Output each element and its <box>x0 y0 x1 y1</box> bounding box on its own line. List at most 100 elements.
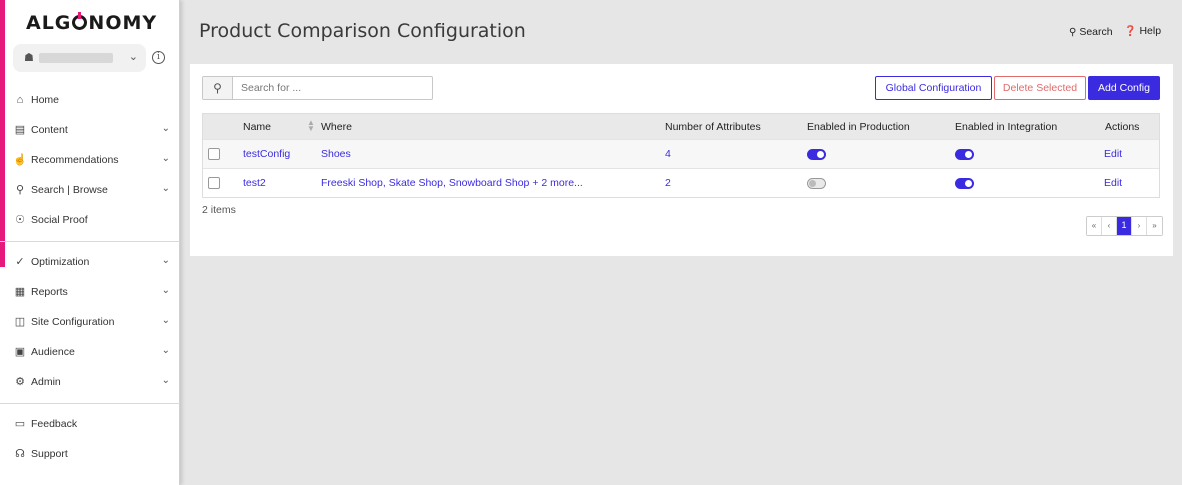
algonomy-logo[interactable]: ALG NOMY <box>26 12 157 34</box>
delete-selected-button[interactable]: Delete Selected <box>994 76 1086 100</box>
nav-label: Search | Browse <box>31 184 108 196</box>
chevron-down-icon: ⌄ <box>161 345 170 356</box>
help-icon: ❓ <box>1124 26 1137 37</box>
config-card: ⚲ Global Configuration Delete Selected A… <box>190 64 1173 256</box>
thumbs-up-icon: ☝ <box>13 154 27 166</box>
nav-label: Optimization <box>31 256 90 268</box>
config-table: Name ▲ ▼ Where Number of Attributes Enabl… <box>202 113 1160 198</box>
nav-item-reports[interactable]: ▦ Reports ⌄ <box>0 277 180 307</box>
integration-toggle[interactable] <box>955 149 974 160</box>
search-input[interactable] <box>234 77 431 99</box>
nav-item-search-browse[interactable]: ⚲ Search | Browse ⌄ <box>0 175 180 205</box>
nav-divider <box>0 241 180 242</box>
nav-primary: ⌂ Home ▤ Content ⌄ ☝ Recommendations ⌄ ⚲… <box>0 85 180 235</box>
config-attributes: 2 <box>665 177 671 189</box>
nav-secondary: ✓ Optimization ⌄ ▦ Reports ⌄ ◫ Site Conf… <box>0 247 180 397</box>
table-header: Name ▲ ▼ Where Number of Attributes Enabl… <box>203 114 1159 139</box>
header-help-link[interactable]: ❓ Help <box>1124 25 1161 37</box>
nav-label: Recommendations <box>31 154 119 166</box>
user-card-icon: ▣ <box>14 346 26 358</box>
site-selector[interactable]: ☗ ⌄ <box>13 44 146 72</box>
production-toggle[interactable] <box>807 149 826 160</box>
nav-label: Audience <box>31 346 75 358</box>
nav-item-site-configuration[interactable]: ◫ Site Configuration ⌄ <box>0 307 180 337</box>
production-toggle[interactable] <box>807 178 826 189</box>
nav-item-audience[interactable]: ▣ Audience ⌄ <box>0 337 180 367</box>
config-name[interactable]: testConfig <box>243 148 290 160</box>
column-header-name[interactable]: Name <box>243 121 271 133</box>
nav-item-social-proof[interactable]: ☉ Social Proof <box>0 205 180 235</box>
nav-item-admin[interactable]: ⚙ Admin ⌄ <box>0 367 180 397</box>
nav-item-content[interactable]: ▤ Content ⌄ <box>0 115 180 145</box>
header-search-link[interactable]: ⚲ Search <box>1069 26 1113 38</box>
header-help-label: Help <box>1139 25 1162 37</box>
chevron-down-icon: ⌄ <box>161 153 170 164</box>
nav-label: Site Configuration <box>31 316 115 328</box>
nav-label: Home <box>31 94 60 106</box>
edit-link[interactable]: Edit <box>1104 148 1122 160</box>
check-circle-icon: ✓ <box>15 256 25 268</box>
page-1-button[interactable]: 1 <box>1117 217 1132 235</box>
nav-label: Support <box>31 448 68 460</box>
row-checkbox[interactable] <box>208 177 220 189</box>
ticket-icon: ◫ <box>14 316 26 328</box>
clipboard-icon: ▤ <box>14 124 26 136</box>
integration-toggle[interactable] <box>955 178 974 189</box>
column-header-production[interactable]: Enabled in Production <box>807 121 910 133</box>
config-where-list: Freeski Shop, Skate Shop, Snowboard Shop <box>321 177 530 189</box>
nav-label: Admin <box>31 376 61 388</box>
column-header-actions: Actions <box>1105 121 1140 133</box>
info-icon[interactable]: i <box>152 51 165 64</box>
user-gear-icon: ⚙ <box>15 376 25 388</box>
chevron-down-icon: ⌄ <box>161 315 170 326</box>
first-page-button[interactable]: « <box>1087 217 1102 235</box>
column-header-integration[interactable]: Enabled in Integration <box>955 121 1057 133</box>
nav-label: Reports <box>31 286 68 298</box>
globe-icon: ☉ <box>15 214 25 226</box>
chevron-down-icon: ⌄ <box>161 375 170 386</box>
items-count: 2 items <box>202 204 236 216</box>
nav-item-recommendations[interactable]: ☝ Recommendations ⌄ <box>0 145 180 175</box>
bar-chart-icon: ▦ <box>14 286 26 298</box>
column-header-where[interactable]: Where <box>321 121 352 133</box>
sidebar: ALG NOMY ☗ ⌄ i ⌂ Home ▤ Content ⌄ ☝ Recom… <box>0 0 180 485</box>
pagination: « ‹ 1 › » <box>1086 216 1163 236</box>
chevron-down-icon: ⌄ <box>161 285 170 296</box>
config-name[interactable]: test2 <box>243 177 266 189</box>
nav-item-home[interactable]: ⌂ Home <box>0 85 180 115</box>
storefront-icon: ☗ <box>24 52 34 64</box>
nav-item-support[interactable]: ☊ Support <box>0 439 180 469</box>
search-box: ⚲ <box>202 76 433 100</box>
nav-item-optimization[interactable]: ✓ Optimization ⌄ <box>0 247 180 277</box>
more-locations-link[interactable]: + 2 more... <box>532 177 582 189</box>
config-where: Freeski Shop, Skate Shop, Snowboard Shop… <box>321 177 583 189</box>
chevron-down-icon: ⌄ <box>161 255 170 266</box>
search-icon: ⚲ <box>1069 27 1077 38</box>
nav-label: Content <box>31 124 68 136</box>
row-checkbox[interactable] <box>208 148 220 160</box>
last-page-button[interactable]: » <box>1147 217 1162 235</box>
global-configuration-button[interactable]: Global Configuration <box>875 76 992 100</box>
home-icon: ⌂ <box>16 94 24 106</box>
headset-icon: ☊ <box>15 448 25 460</box>
column-header-attributes[interactable]: Number of Attributes <box>665 121 761 133</box>
nav-label: Feedback <box>31 418 78 430</box>
message-icon: ▭ <box>14 418 26 430</box>
chevron-down-icon: ⌄ <box>128 51 138 63</box>
search-icon[interactable]: ⚲ <box>203 77 233 99</box>
config-where: Shoes <box>321 148 351 160</box>
nav-divider <box>0 403 180 404</box>
nav-item-feedback[interactable]: ▭ Feedback <box>0 409 180 439</box>
config-attributes: 4 <box>665 148 671 160</box>
add-config-button[interactable]: Add Config <box>1088 76 1160 100</box>
logo-text-start: ALG <box>26 12 72 34</box>
prev-page-button[interactable]: ‹ <box>1102 217 1117 235</box>
edit-link[interactable]: Edit <box>1104 177 1122 189</box>
next-page-button[interactable]: › <box>1132 217 1147 235</box>
chevron-down-icon: ⌄ <box>161 123 170 134</box>
chevron-down-icon: ⌄ <box>161 183 170 194</box>
table-row: testConfig Shoes 4 Edit <box>203 139 1159 168</box>
table-row: test2 Freeski Shop, Skate Shop, Snowboar… <box>203 168 1159 197</box>
sort-icon[interactable]: ▲ ▼ <box>307 119 315 133</box>
search-icon: ⚲ <box>15 184 25 196</box>
